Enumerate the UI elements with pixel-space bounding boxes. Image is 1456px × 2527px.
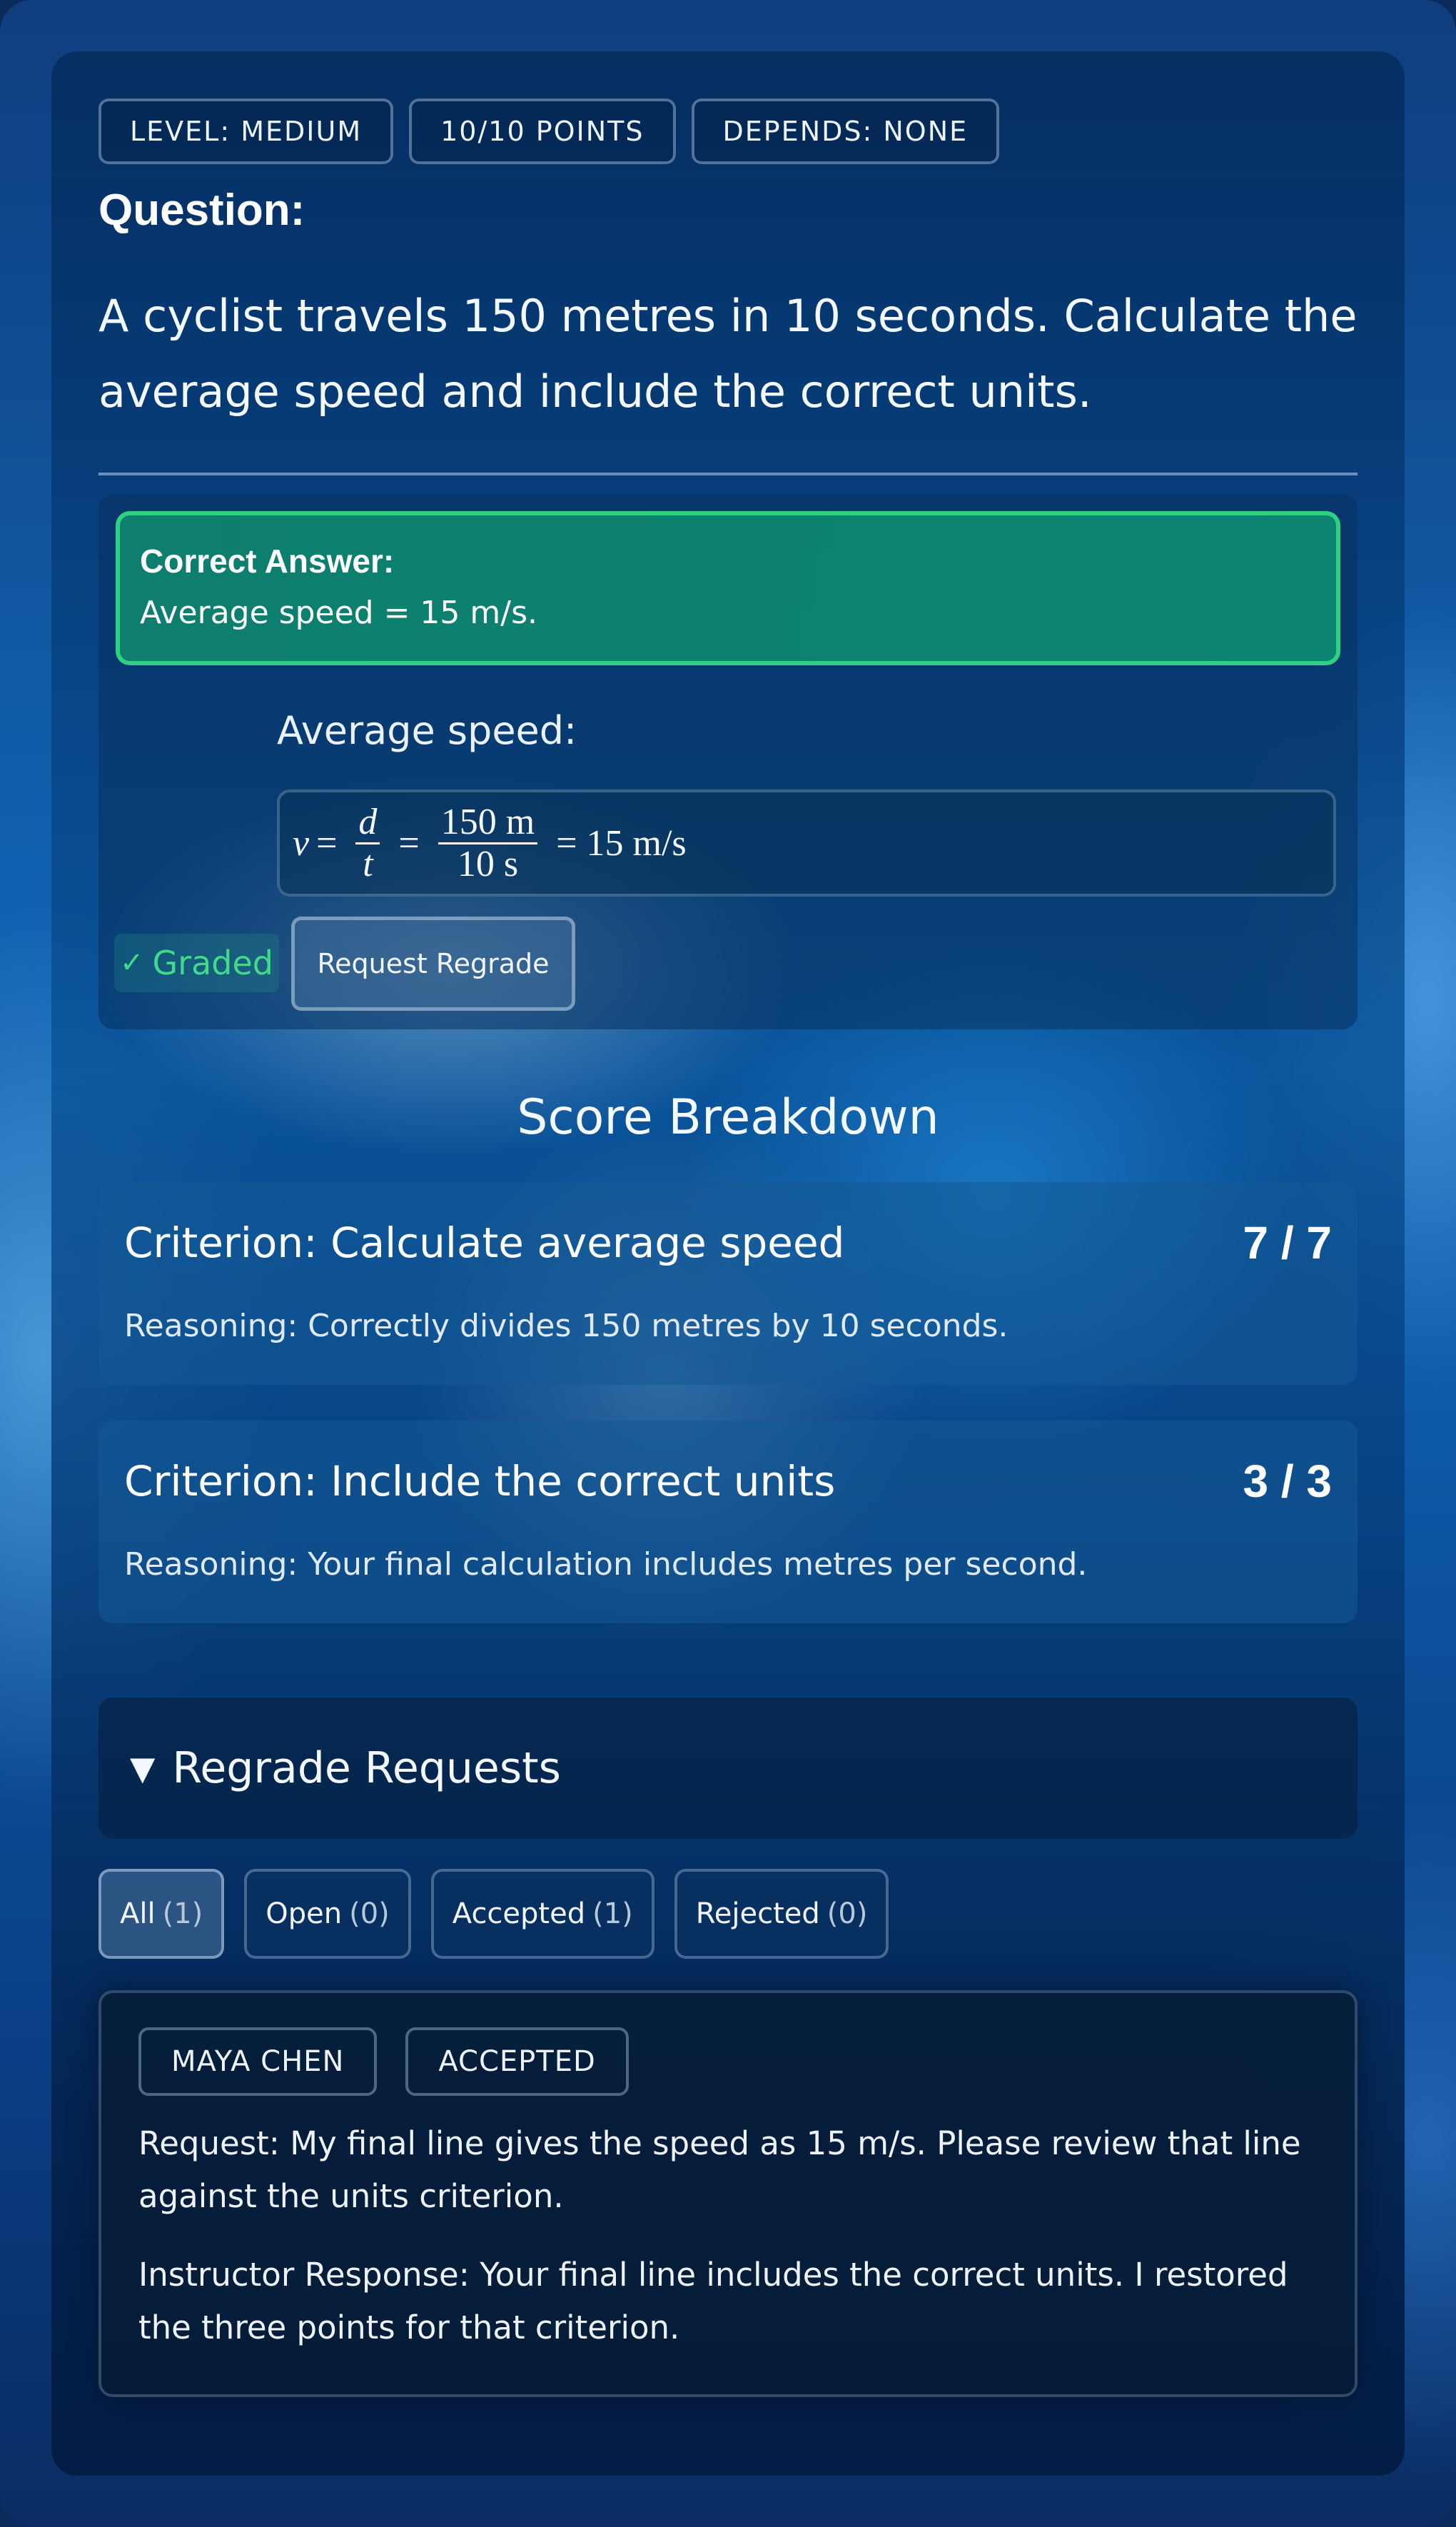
instructor-response-text: Instructor Response: Your final line inc… (138, 2256, 1288, 2346)
filter-label: All (120, 1897, 156, 1930)
formula-numerator: 150 m (438, 802, 538, 844)
formula-d: d (355, 802, 380, 844)
regrade-request-card: MAYA CHEN ACCEPTED Request: My final lin… (98, 1990, 1358, 2397)
filter-count: (0) (349, 1897, 390, 1930)
criterion-title: Criterion: Calculate average speed (124, 1219, 845, 1267)
correct-answer-text: Average speed = 15 m/s. (140, 595, 538, 631)
filter-rejected[interactable]: Rejected (0) (674, 1869, 889, 1959)
filter-label: Rejected (695, 1897, 820, 1930)
filter-label: Open (266, 1897, 343, 1930)
request-text: Request: My final line gives the speed a… (138, 2124, 1301, 2215)
status-badge: ACCEPTED (405, 2027, 629, 2096)
correct-answer-box: Correct Answer: Average speed = 15 m/s. (116, 511, 1340, 665)
filter-all[interactable]: All (1) (98, 1869, 225, 1959)
criterion-card: Criterion: Include the correct units 3 /… (98, 1421, 1358, 1623)
question-tags: LEVEL: MEDIUM 10/10 POINTS DEPENDS: NONE (98, 99, 1358, 164)
formula-result: = 15 m/s (556, 822, 687, 864)
formula-equals-2: = (398, 822, 420, 864)
filter-open[interactable]: Open (0) (244, 1869, 411, 1959)
request-tags: MAYA CHEN ACCEPTED (138, 2027, 1318, 2096)
triangle-down-icon: ▼ (130, 1749, 156, 1787)
depends-tag: DEPENDS: NONE (691, 99, 1000, 164)
criterion-score: 7 / 7 (1243, 1217, 1332, 1268)
criterion-title: Criterion: Include the correct units (124, 1457, 836, 1505)
formula-equals: = (316, 822, 338, 864)
regrade-requests-toggle[interactable]: ▼ Regrade Requests (98, 1698, 1358, 1839)
points-tag: 10/10 POINTS (409, 99, 676, 164)
divider (98, 473, 1358, 475)
correct-answer-label: Correct Answer: (140, 543, 395, 580)
page-background: LEVEL: MEDIUM 10/10 POINTS DEPENDS: NONE… (0, 0, 1456, 2527)
criterion-reasoning: Reasoning: Your final calculation includ… (124, 1546, 1088, 1583)
formula-box: v = d t = 150 m 10 s = 15 m/s (277, 790, 1336, 897)
graded-status: ✓ Graded (114, 934, 279, 992)
filter-count: (1) (592, 1897, 633, 1930)
filter-label: Accepted (452, 1897, 586, 1930)
filter-count: (0) (826, 1897, 868, 1930)
score-breakdown-title: Score Breakdown (517, 1089, 939, 1146)
student-answer-label: Average speed: (277, 708, 577, 753)
fraction-values: 150 m 10 s (438, 802, 538, 884)
question-text: A cyclist travels 150 metres in 10 secon… (98, 290, 1358, 418)
formula-denominator: 10 s (457, 843, 519, 884)
regrade-filters: All (1) Open (0) Accepted (1) Rejected (… (98, 1869, 1358, 1959)
check-icon: ✓ (120, 947, 144, 979)
request-regrade-button[interactable]: Request Regrade (291, 917, 575, 1011)
answer-panel: Correct Answer: Average speed = 15 m/s. … (98, 494, 1358, 1029)
graded-label: Graded (152, 944, 273, 982)
regrade-requests-label: Regrade Requests (172, 1743, 561, 1793)
formula-t: t (363, 843, 373, 884)
level-tag: LEVEL: MEDIUM (98, 99, 394, 164)
filter-accepted[interactable]: Accepted (1) (430, 1869, 654, 1959)
fraction-d-over-t: d t (355, 802, 380, 884)
criterion-card: Criterion: Calculate average speed 7 / 7… (98, 1182, 1358, 1385)
student-name-badge: MAYA CHEN (138, 2027, 378, 2096)
criterion-score: 3 / 3 (1243, 1456, 1332, 1507)
criterion-reasoning: Reasoning: Correctly divides 150 metres … (124, 1308, 1008, 1344)
filter-count: (1) (162, 1897, 203, 1930)
question-heading: Question: (98, 186, 305, 235)
formula-v: v (293, 822, 310, 864)
question-card: LEVEL: MEDIUM 10/10 POINTS DEPENDS: NONE… (51, 51, 1405, 2476)
